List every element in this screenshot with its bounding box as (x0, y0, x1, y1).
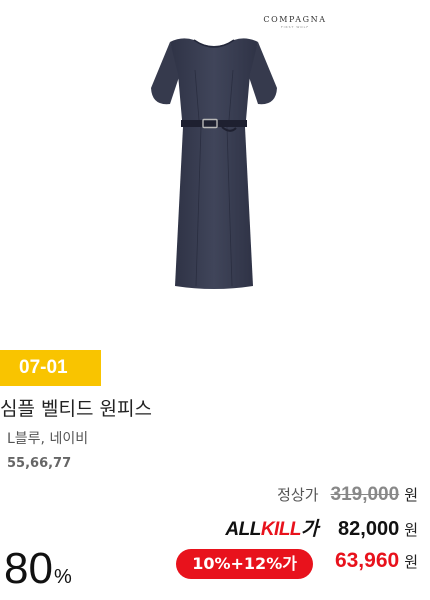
regular-price-row: 정상가 319,000 원 (277, 484, 418, 506)
product-colors: L블루, 네이비 (7, 431, 89, 447)
final-price-value: 63,960 (334, 549, 400, 572)
brand-name: COMPAGNA (263, 15, 327, 24)
brand-logo: COMPAGNA FIRST WOLF (262, 15, 328, 29)
brand-subtitle: FIRST WOLF (280, 25, 310, 29)
regular-price-label: 정상가 (277, 486, 319, 504)
currency-unit: 원 (404, 553, 418, 571)
coupon-discount-badge[interactable]: 10%+12%가 (176, 549, 313, 579)
product-card[interactable]: COMPAGNA FIRST WOLF 07-01 심플 벨티드 원피스 L블루… (0, 0, 430, 600)
currency-unit: 원 (404, 521, 418, 539)
currency-unit: 원 (404, 486, 418, 504)
allkill-logo-suffix: 가 (301, 519, 319, 540)
date-badge-label: 07-01 (19, 357, 68, 378)
product-sizes: 55,66,77 (7, 456, 72, 471)
discount-rate: 80% (4, 544, 72, 594)
final-price-row: 10%+12%가 63,960 원 (176, 549, 418, 579)
date-badge: 07-01 (0, 350, 101, 386)
allkill-logo-black: ALL (225, 519, 261, 540)
discount-rate-value: 80 (4, 544, 53, 593)
navy-belted-dress-image (151, 38, 277, 289)
discount-rate-unit: % (53, 566, 72, 588)
product-image[interactable]: COMPAGNA FIRST WOLF (0, 0, 430, 340)
regular-price-value: 319,000 (330, 484, 400, 505)
allkill-logo-red: KILL (260, 519, 302, 540)
allkill-price-value: 82,000 (338, 518, 400, 540)
product-title[interactable]: 심플 벨티드 원피스 (0, 394, 152, 421)
allkill-price-row: ALLKILL가 82,000 원 (225, 514, 418, 541)
allkill-logo: ALLKILL가 (225, 514, 318, 541)
